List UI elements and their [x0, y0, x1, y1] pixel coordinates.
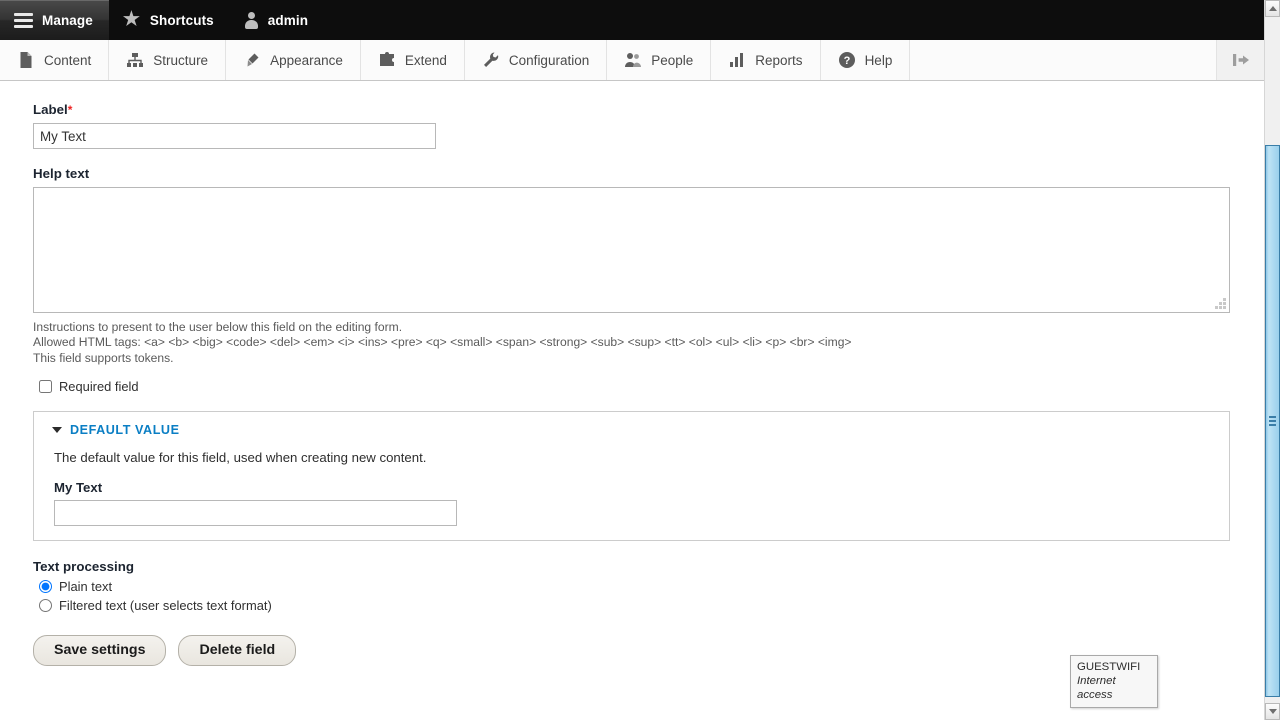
svg-text:?: ? — [843, 55, 850, 67]
delete-field-button[interactable]: Delete field — [178, 634, 297, 666]
help-description-line-2: Allowed HTML tags: <a> <b> <big> <code> … — [33, 335, 852, 350]
text-processing-label: Text processing — [33, 558, 134, 574]
default-value-input-label: My Text — [54, 479, 103, 495]
puzzle-piece-icon — [379, 52, 394, 66]
help-text-textarea[interactable] — [33, 187, 1230, 313]
menu-item-people-label: People — [651, 52, 694, 68]
required-marker: * — [67, 103, 73, 117]
toolbar-tab-manage[interactable]: Manage — [0, 0, 109, 40]
document-icon — [20, 52, 32, 68]
plain-text-radio[interactable] — [39, 579, 52, 593]
arrow-down-icon — [1268, 709, 1277, 714]
people-icon — [625, 53, 642, 67]
menu-item-people[interactable]: People — [607, 40, 712, 80]
menu-item-appearance-label: Appearance — [270, 52, 343, 68]
menu-item-reports-label: Reports — [755, 52, 803, 68]
toolbar-tab-admin-user-label: admin — [267, 12, 309, 28]
default-value-fieldset: DEFAULT VALUE The default value for this… — [33, 410, 1230, 541]
menu-item-structure-label: Structure — [153, 52, 209, 68]
default-value-legend[interactable]: DEFAULT VALUE — [34, 423, 1229, 437]
menu-item-content-label: Content — [44, 52, 92, 68]
help-description-line-1: Instructions to present to the user belo… — [33, 320, 403, 334]
wifi-status-popup[interactable]: GUESTWIFI Internet access — [1070, 655, 1158, 708]
wifi-status: Internet access — [1077, 675, 1116, 701]
menu-item-configuration-label: Configuration — [508, 52, 590, 68]
browser-page: Manage ★ Shortcuts admin Content Structu… — [0, 0, 1280, 720]
sitemap-icon — [127, 53, 144, 67]
menu-item-help[interactable]: ? Help — [820, 40, 911, 80]
form-actions: Save settings Delete field — [33, 634, 1231, 666]
menu-item-extend-label: Extend — [404, 52, 447, 68]
admin-toolbar: Manage ★ Shortcuts admin — [0, 0, 1264, 40]
toolbar-tab-shortcuts[interactable]: ★ Shortcuts — [109, 0, 230, 40]
collapse-left-icon — [1232, 54, 1249, 66]
menu-bar-filler — [910, 40, 1217, 80]
scrollbar-down-button[interactable] — [1265, 703, 1280, 720]
wifi-ssid: GUESTWIFI — [1077, 661, 1141, 673]
star-icon: ★ — [122, 8, 140, 30]
required-field-checkbox-label[interactable]: Required field — [59, 379, 139, 394]
menu-item-structure[interactable]: Structure — [109, 40, 227, 80]
wrench-icon — [483, 52, 499, 67]
label-field-label-text: Label — [33, 102, 68, 117]
question-mark-icon: ? — [838, 52, 855, 68]
default-value-description: The default value for this field, used w… — [54, 449, 427, 465]
filtered-text-radio[interactable] — [39, 598, 52, 612]
menu-item-reports[interactable]: Reports — [711, 40, 821, 80]
field-settings-form: Label* Help text Instructions to present… — [0, 82, 1264, 720]
toolbar-tab-shortcuts-label: Shortcuts — [149, 12, 214, 28]
help-description-line-3: This field supports tokens. — [33, 350, 174, 365]
paintbrush-icon — [247, 53, 259, 67]
hamburger-icon — [14, 12, 33, 28]
scrollbar-grip-icon — [1269, 416, 1276, 426]
menu-item-appearance[interactable]: Appearance — [226, 40, 361, 80]
label-field-label: Label* — [33, 102, 1231, 117]
help-text-label: Help text — [33, 166, 90, 181]
default-value-body: The default value for this field, used w… — [34, 437, 1229, 526]
toolbar-collapse-button[interactable] — [1217, 40, 1264, 80]
required-field-checkbox[interactable] — [39, 379, 52, 393]
menu-item-extend[interactable]: Extend — [360, 40, 465, 80]
admin-menu-bar: Content Structure Appearance Extend Conf… — [0, 40, 1264, 81]
label-input[interactable] — [33, 123, 436, 149]
text-processing-option-filtered: Filtered text (user selects text format) — [39, 598, 1231, 613]
default-value-input[interactable] — [54, 499, 457, 526]
help-text-description: Instructions to present to the user belo… — [33, 320, 1231, 366]
bar-chart-icon — [730, 53, 744, 67]
chevron-down-icon — [52, 426, 62, 433]
plain-text-radio-label[interactable]: Plain text — [59, 579, 112, 594]
vertical-scrollbar[interactable] — [1264, 0, 1280, 720]
person-icon — [244, 11, 259, 29]
menu-item-help-label: Help — [864, 52, 893, 68]
scrollbar-thumb[interactable] — [1265, 145, 1280, 697]
save-settings-button[interactable]: Save settings — [33, 634, 167, 666]
toolbar-tab-admin-user[interactable]: admin — [230, 0, 324, 40]
menu-item-content[interactable]: Content — [0, 40, 110, 80]
text-processing-option-plain: Plain text — [39, 579, 1231, 594]
menu-item-configuration[interactable]: Configuration — [464, 40, 608, 80]
default-value-legend-label: DEFAULT VALUE — [70, 422, 180, 437]
scrollbar-up-button[interactable] — [1265, 0, 1280, 17]
filtered-text-radio-label[interactable]: Filtered text (user selects text format) — [59, 598, 272, 613]
toolbar-tab-manage-label: Manage — [42, 12, 93, 28]
arrow-up-icon — [1268, 6, 1277, 11]
help-text-wrapper — [33, 187, 1230, 313]
required-field-row: Required field — [39, 379, 1231, 394]
